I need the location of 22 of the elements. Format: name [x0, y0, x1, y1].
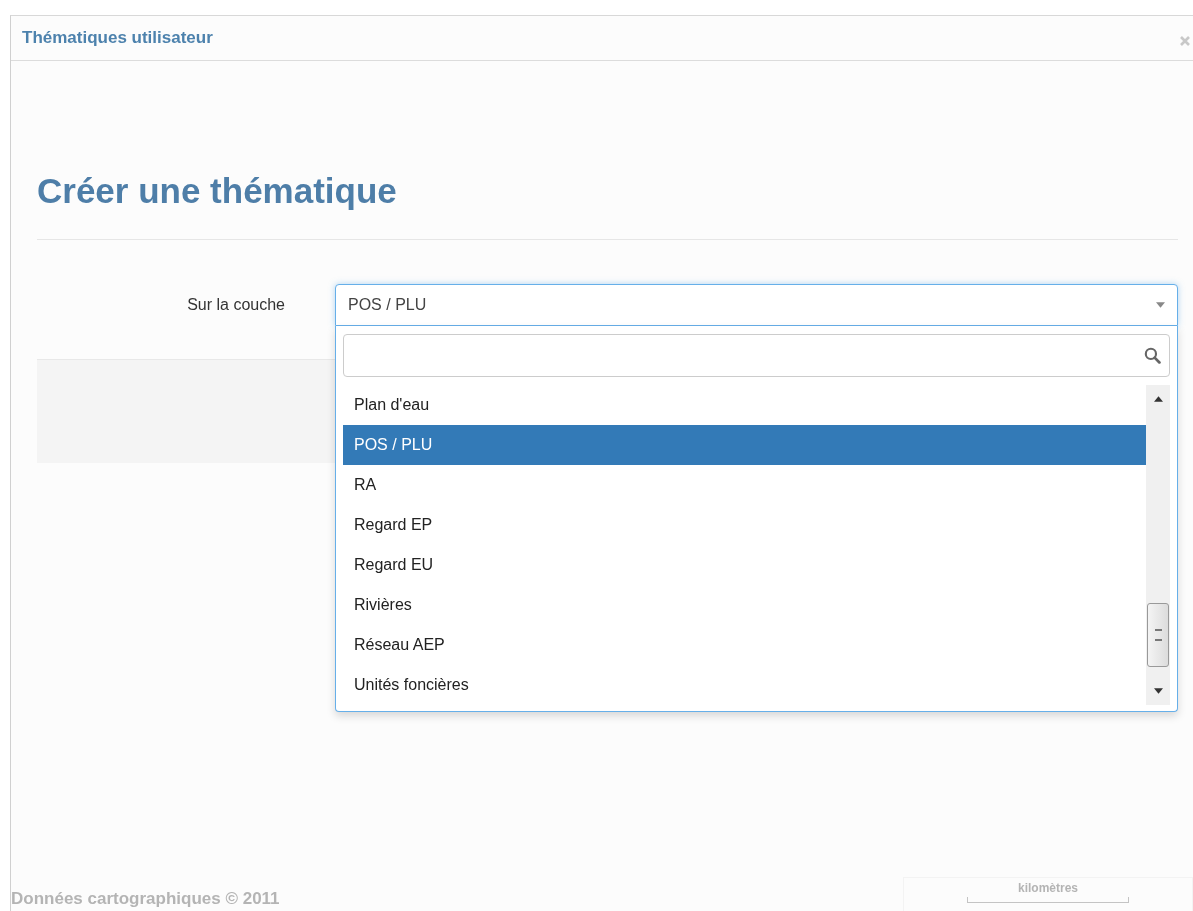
close-icon[interactable] [1179, 35, 1191, 47]
option-item[interactable]: Réseau AEP [343, 625, 1146, 665]
option-item[interactable]: Unités foncières [343, 665, 1146, 705]
search-icon [1144, 347, 1161, 364]
option-item[interactable]: POS / PLU [343, 425, 1146, 465]
window-title: Thématiques utilisateur [22, 28, 213, 48]
option-item[interactable]: Rivières [343, 585, 1146, 625]
section-heading: Créer une thématique [37, 171, 398, 211]
option-item[interactable]: RA [343, 465, 1146, 505]
search-field[interactable] [343, 334, 1170, 377]
option-item[interactable]: Regard EU [343, 545, 1146, 585]
map-attribution: Données cartographiques © 2011 [11, 889, 280, 909]
scroll-up-icon[interactable] [1153, 396, 1163, 402]
option-item[interactable]: Regard EP [343, 505, 1146, 545]
scroll-down-icon[interactable] [1153, 688, 1163, 694]
layer-select[interactable]: POS / PLU [335, 284, 1178, 326]
option-item[interactable]: Plan d'eau [343, 385, 1146, 425]
field-label: Sur la couche [186, 296, 285, 314]
scale-label: kilomètres [1018, 881, 1078, 895]
scrollbar[interactable] [1146, 385, 1170, 705]
scrollbar-thumb[interactable] [1147, 603, 1169, 667]
caret-icon [1156, 302, 1165, 308]
